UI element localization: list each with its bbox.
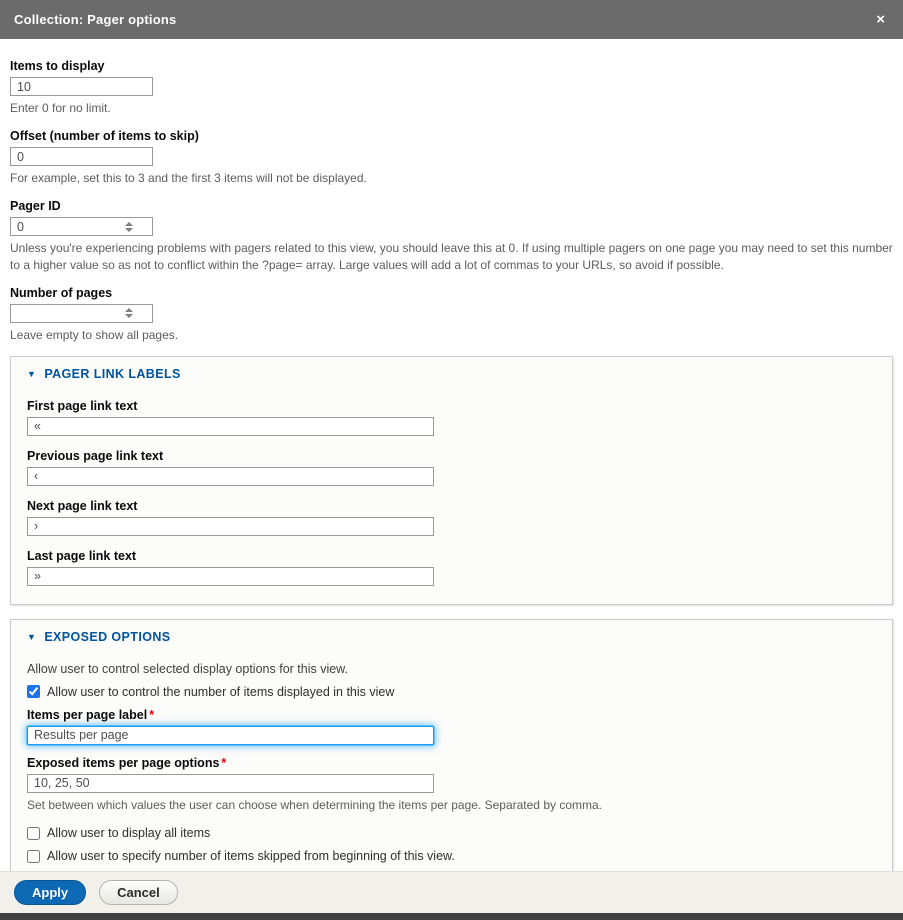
last-page-link-input[interactable] [27, 567, 434, 586]
items-per-page-label-label: Items per page label* [27, 708, 876, 722]
previous-page-link-field: Previous page link text [27, 449, 876, 486]
pager-link-labels-legend[interactable]: ▼ PAGER LINK LABELS [27, 367, 876, 381]
skip-items-checkbox-row: Allow user to specify number of items sk… [27, 849, 876, 863]
offset-input[interactable] [10, 147, 153, 166]
number-spinner-icon[interactable] [125, 222, 133, 232]
pager-options-dialog: Collection: Pager options × Items to dis… [0, 0, 903, 920]
items-per-page-label-field: Items per page label* [27, 708, 876, 745]
items-to-display-label: Items to display [10, 59, 893, 73]
next-page-link-label: Next page link text [27, 499, 876, 513]
items-to-display-input[interactable] [10, 77, 153, 96]
display-all-checkbox-row: Allow user to display all items [27, 826, 876, 840]
control-items-checkbox[interactable] [27, 685, 40, 698]
number-spinner-icon[interactable] [125, 308, 133, 318]
items-to-display-field: Items to display Enter 0 for no limit. [10, 59, 893, 116]
control-items-checkbox-row: Allow user to control the number of item… [27, 685, 876, 699]
next-page-link-input[interactable] [27, 517, 434, 536]
exposed-items-options-field: Exposed items per page options* Set betw… [27, 756, 876, 813]
next-page-link-field: Next page link text [27, 499, 876, 536]
dialog-content: Items to display Enter 0 for no limit. O… [0, 39, 903, 871]
apply-button[interactable]: Apply [14, 880, 86, 905]
items-to-display-description: Enter 0 for no limit. [10, 100, 893, 116]
exposed-options-legend[interactable]: ▼ EXPOSED OPTIONS [27, 630, 876, 644]
offset-field: Offset (number of items to skip) For exa… [10, 129, 893, 186]
exposed-options-legend-text: EXPOSED OPTIONS [44, 630, 170, 644]
dialog-header: Collection: Pager options × [0, 0, 903, 39]
required-marker: * [149, 708, 154, 722]
first-page-link-field: First page link text [27, 399, 876, 436]
exposed-items-options-label: Exposed items per page options* [27, 756, 876, 770]
first-page-link-label: First page link text [27, 399, 876, 413]
first-page-link-input[interactable] [27, 417, 434, 436]
required-marker: * [221, 756, 226, 770]
previous-page-link-label: Previous page link text [27, 449, 876, 463]
items-per-page-label-input[interactable] [27, 726, 434, 745]
pager-link-labels-fieldset: ▼ PAGER LINK LABELS First page link text… [10, 356, 893, 605]
dialog-title: Collection: Pager options [14, 12, 176, 27]
offset-label: Offset (number of items to skip) [10, 129, 893, 143]
collapse-arrow-icon: ▼ [27, 632, 36, 642]
offset-description: For example, set this to 3 and the first… [10, 170, 893, 186]
control-items-checkbox-label: Allow user to control the number of item… [47, 685, 394, 699]
close-icon[interactable]: × [872, 10, 889, 29]
display-all-checkbox-label: Allow user to display all items [47, 826, 210, 840]
exposed-items-options-description: Set between which values the user can ch… [27, 797, 876, 813]
pager-link-labels-legend-text: PAGER LINK LABELS [44, 367, 180, 381]
collapse-arrow-icon: ▼ [27, 369, 36, 379]
number-of-pages-label: Number of pages [10, 286, 893, 300]
dialog-footer: Apply Cancel [0, 871, 903, 913]
exposed-options-description: Allow user to control selected display o… [27, 662, 876, 676]
exposed-options-fieldset: ▼ EXPOSED OPTIONS Allow user to control … [10, 619, 893, 871]
cancel-button[interactable]: Cancel [99, 880, 178, 905]
display-all-checkbox[interactable] [27, 827, 40, 840]
page-background-bar [0, 913, 903, 920]
pager-id-description: Unless you're experiencing problems with… [10, 240, 893, 272]
skip-items-checkbox[interactable] [27, 850, 40, 863]
last-page-link-label: Last page link text [27, 549, 876, 563]
exposed-items-options-input[interactable] [27, 774, 434, 793]
number-of-pages-description: Leave empty to show all pages. [10, 327, 893, 343]
pager-id-label: Pager ID [10, 199, 893, 213]
skip-items-checkbox-label: Allow user to specify number of items sk… [47, 849, 455, 863]
previous-page-link-input[interactable] [27, 467, 434, 486]
pager-id-field: Pager ID Unless you're experiencing prob… [10, 199, 893, 272]
number-of-pages-field: Number of pages Leave empty to show all … [10, 286, 893, 343]
last-page-link-field: Last page link text [27, 549, 876, 586]
